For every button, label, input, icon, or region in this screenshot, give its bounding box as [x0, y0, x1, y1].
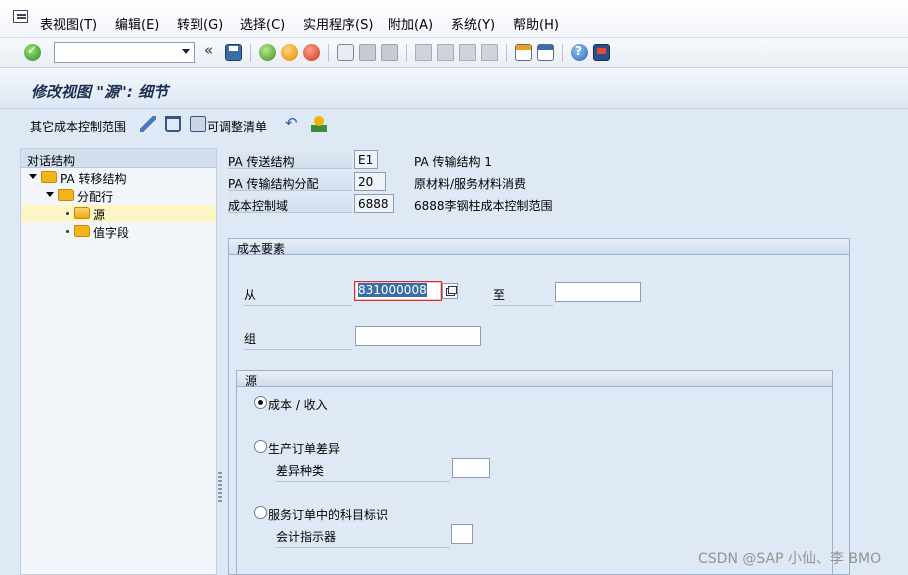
- radio-production-order-variance-label: 生产订单差异: [268, 442, 341, 456]
- radio-service-order-account-indicator[interactable]: [254, 506, 267, 519]
- delete-icon[interactable]: [165, 116, 181, 132]
- variance-category-label: 差异种类: [276, 462, 450, 482]
- source-group-title: 源: [237, 371, 832, 388]
- tree-node-label: 源: [93, 208, 106, 222]
- pa-transfer-assignment-text: 原材料/服务材料消费: [414, 177, 527, 191]
- last-page-icon[interactable]: [481, 44, 498, 61]
- customize-layout-icon[interactable]: [593, 44, 610, 61]
- menu-edit[interactable]: 编辑(E): [115, 14, 159, 33]
- from-input-value: 831000008: [358, 283, 427, 297]
- expand-triangle-icon[interactable]: [29, 174, 37, 179]
- chevron-down-icon[interactable]: [182, 49, 190, 54]
- cost-element-group-title: 成本要素: [229, 239, 849, 256]
- from-label: 从: [244, 286, 352, 306]
- tree-header: 对话结构: [21, 149, 216, 168]
- help-icon[interactable]: [571, 44, 588, 61]
- exit-icon[interactable]: [281, 44, 298, 61]
- page-title: 修改视图 "源": 细节: [31, 83, 169, 101]
- radio-production-order-variance[interactable]: [254, 440, 267, 453]
- command-field[interactable]: [54, 42, 195, 63]
- menu-goto[interactable]: 转到(G): [177, 14, 223, 33]
- tree-node-assignment-lines[interactable]: 分配行: [21, 187, 216, 204]
- tree-node-value-fields[interactable]: 值字段: [21, 223, 216, 240]
- system-toolbar: «: [0, 38, 908, 68]
- accounting-indicator-label: 会计指示器: [276, 528, 450, 548]
- dialog-structure-panel: 对话结构 PA 转移结构 分配行 源 值字段: [20, 148, 217, 575]
- to-label: 至: [493, 286, 553, 306]
- menu-help[interactable]: 帮助(H): [513, 14, 559, 33]
- toolbar-separator: [250, 44, 251, 62]
- toolbar-separator: [406, 44, 407, 62]
- tree-node-label: PA 转移结构: [60, 172, 127, 186]
- controlling-area-label: 成本控制域: [228, 194, 352, 213]
- leaf-dot-icon: [66, 230, 69, 233]
- mountain-icon[interactable]: [311, 116, 327, 132]
- menu-bar: 表视图(T) 编辑(E) 转到(G) 选择(C) 实用程序(S) 附加(A) 系…: [0, 0, 908, 38]
- find-icon[interactable]: [359, 44, 376, 61]
- controlling-area-text: 6888李钢柱成本控制范围: [414, 199, 553, 213]
- menu-extras[interactable]: 附加(A): [388, 14, 433, 33]
- collapse-chevron-icon[interactable]: «: [204, 41, 216, 59]
- group-input[interactable]: [355, 326, 481, 346]
- open-folder-icon: [74, 207, 90, 219]
- expand-triangle-icon[interactable]: [46, 192, 54, 197]
- undo-icon[interactable]: ↶: [285, 114, 301, 132]
- print-icon[interactable]: [337, 44, 354, 61]
- folder-icon: [41, 171, 57, 183]
- adjustable-list-button[interactable]: 可调整清单: [207, 118, 267, 135]
- folder-icon: [58, 189, 74, 201]
- title-bar: 修改视图 "源": 细节: [0, 68, 908, 109]
- menu-utilities[interactable]: 实用程序(S): [303, 14, 373, 33]
- display-change-icon[interactable]: [140, 116, 156, 132]
- pa-transfer-structure-label: PA 传送结构: [228, 150, 352, 169]
- radio-service-order-account-indicator-label: 服务订单中的科目标识: [268, 508, 389, 522]
- window-menu-icon[interactable]: [13, 10, 28, 23]
- menu-table-view[interactable]: 表视图(T): [40, 14, 97, 33]
- multiple-selection-icon[interactable]: [442, 283, 458, 299]
- group-label: 组: [244, 330, 352, 350]
- variance-category-input[interactable]: [452, 458, 490, 478]
- toolbar-separator: [328, 44, 329, 62]
- menu-system[interactable]: 系统(Y): [451, 14, 495, 33]
- first-page-icon[interactable]: [415, 44, 432, 61]
- toolbar-separator: [506, 44, 507, 62]
- pa-transfer-assignment-label: PA 传输结构分配: [228, 172, 352, 191]
- new-session-icon[interactable]: [515, 44, 532, 61]
- printer-icon[interactable]: [190, 116, 206, 132]
- leaf-dot-icon: [66, 212, 69, 215]
- toolbar-separator: [562, 44, 563, 62]
- panel-splitter[interactable]: [218, 472, 222, 502]
- to-input[interactable]: [555, 282, 641, 302]
- tree-node-label: 值字段: [93, 226, 130, 240]
- pa-transfer-structure-text: PA 传输结构 1: [414, 155, 492, 169]
- from-input[interactable]: 831000008: [354, 281, 442, 301]
- accounting-indicator-input[interactable]: [451, 524, 473, 544]
- previous-page-icon[interactable]: [437, 44, 454, 61]
- pa-transfer-assignment-field[interactable]: 20: [354, 172, 386, 191]
- cancel-icon[interactable]: [303, 44, 320, 61]
- application-toolbar: 其它成本控制范围 可调整清单 ↶: [0, 110, 908, 140]
- other-controlling-area-button[interactable]: 其它成本控制范围: [30, 118, 126, 135]
- radio-cost-revenue-label: 成本 / 收入: [268, 398, 328, 412]
- radio-cost-revenue[interactable]: [254, 396, 267, 409]
- watermark: CSDN @SAP 小仙、李 BMO: [698, 551, 882, 567]
- find-next-icon[interactable]: [381, 44, 398, 61]
- folder-icon: [74, 225, 90, 237]
- save-icon[interactable]: [225, 44, 242, 61]
- shortcut-icon[interactable]: [537, 44, 554, 61]
- tree-node-label: 分配行: [77, 190, 114, 204]
- menu-selection[interactable]: 选择(C): [240, 14, 285, 33]
- tree-node-pa-transfer-structure[interactable]: PA 转移结构: [21, 169, 216, 186]
- back-icon[interactable]: [259, 44, 276, 61]
- controlling-area-field[interactable]: 6888: [354, 194, 394, 213]
- tree-node-source[interactable]: 源: [21, 205, 216, 222]
- enter-check-icon[interactable]: [24, 43, 41, 61]
- next-page-icon[interactable]: [459, 44, 476, 61]
- pa-transfer-structure-field[interactable]: E1: [354, 150, 378, 169]
